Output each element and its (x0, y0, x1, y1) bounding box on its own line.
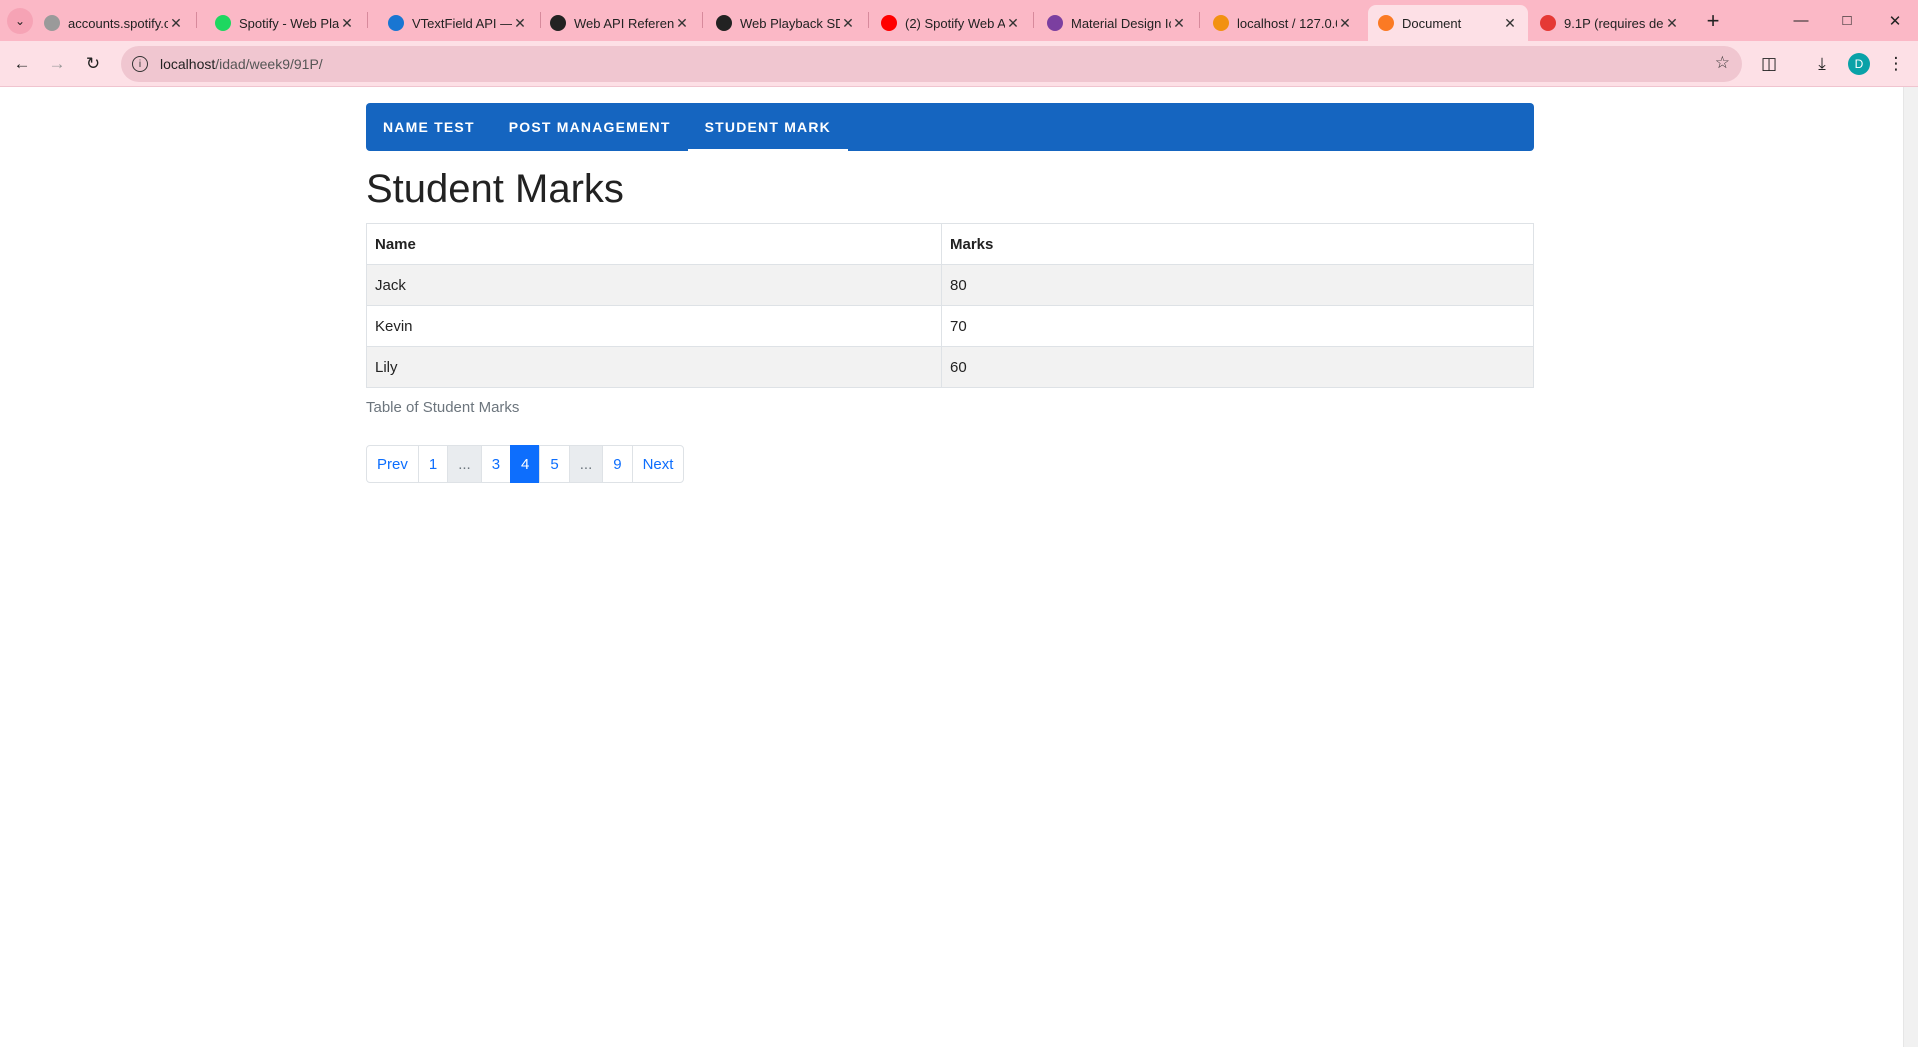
arrow-left-icon: ← (13, 54, 31, 73)
browser-tab[interactable]: Web Playback SD ✕ (706, 5, 866, 41)
new-tab-button[interactable]: + (1701, 8, 1725, 34)
browser-tab[interactable]: Document ✕ (1368, 5, 1528, 41)
close-tab-icon[interactable]: ✕ (512, 15, 528, 32)
cell-name: Jack (366, 264, 942, 306)
tab-separator (702, 12, 703, 28)
tab-favicon-icon (215, 15, 231, 31)
reload-button[interactable]: ↻ (79, 50, 107, 78)
close-tab-icon[interactable]: ✕ (1005, 15, 1021, 32)
tab-separator (367, 12, 368, 28)
address-bar[interactable]: i localhost/idad/week9/91P/ ☆ (121, 46, 1742, 82)
tab-title: Document (1402, 15, 1462, 31)
prev-page-button[interactable]: Prev (366, 445, 419, 483)
tab-favicon-icon (44, 15, 60, 31)
table-row: Lily 60 (366, 346, 1534, 388)
close-tab-icon[interactable]: ✕ (339, 15, 355, 32)
tab-separator (1033, 12, 1034, 28)
url-path: /idad/week9/91P/ (215, 56, 323, 72)
tab-title: Material Design Ic (1071, 15, 1171, 31)
page-link[interactable]: 5 (539, 445, 570, 483)
close-tab-icon[interactable]: ✕ (1664, 15, 1680, 32)
back-button[interactable]: ← (8, 50, 36, 78)
browser-tab[interactable]: VTextField API — ✕ (378, 5, 538, 41)
browser-tab[interactable]: Material Design Ic ✕ (1037, 5, 1197, 41)
tab-title: localhost / 127.0.0 (1237, 15, 1337, 31)
tab-title: Web API Referenc (574, 15, 674, 31)
tab-favicon-icon (388, 15, 404, 31)
arrow-right-icon: → (48, 54, 66, 73)
tab-favicon-icon (1047, 15, 1063, 31)
close-tab-icon[interactable]: ✕ (1337, 15, 1353, 32)
tab-favicon-icon (1378, 15, 1394, 31)
bookmark-star-icon[interactable]: ☆ (1715, 53, 1730, 73)
page-ellipsis: ... (568, 445, 604, 483)
minimize-button[interactable]: — (1778, 0, 1824, 41)
browser-tab[interactable]: localhost / 127.0.0 ✕ (1203, 5, 1363, 41)
tab-title: accounts.spotify.c (68, 15, 168, 31)
top-navbar: NAME TEST POST MANAGEMENT STUDENT MARK (366, 103, 1534, 151)
page-link[interactable]: 9 (602, 445, 633, 483)
cell-name: Lily (366, 346, 942, 388)
page-title: Student Marks (366, 167, 624, 211)
tab-favicon-icon (1213, 15, 1229, 31)
close-window-button[interactable]: ✕ (1872, 0, 1918, 41)
page-link[interactable]: 1 (417, 445, 449, 483)
close-tab-icon[interactable]: ✕ (840, 15, 856, 32)
site-info-icon[interactable]: i (132, 56, 148, 72)
close-tab-icon[interactable]: ✕ (674, 15, 690, 32)
tab-title: 9.1P (requires dec (1564, 15, 1664, 31)
url-text[interactable]: localhost/idad/week9/91P/ (160, 56, 323, 72)
table-caption: Table of Student Marks (366, 399, 520, 416)
tab-separator (196, 12, 197, 28)
tab-title: (2) Spotify Web A (905, 15, 1005, 31)
vertical-scrollbar[interactable] (1903, 87, 1918, 1047)
cell-marks: 60 (941, 346, 1534, 388)
page-link-active[interactable]: 4 (510, 445, 541, 483)
tab-title: VTextField API — (412, 15, 512, 31)
tab-favicon-icon (1540, 15, 1556, 31)
table-row: Jack 80 (366, 264, 1534, 306)
reload-icon: ↻ (85, 54, 101, 73)
nav-tab-name-test[interactable]: NAME TEST (366, 103, 492, 151)
tab-favicon-icon (716, 15, 732, 31)
table-header-row: Name Marks (366, 223, 1534, 265)
close-tab-icon[interactable]: ✕ (168, 15, 184, 32)
tab-title: Web Playback SD (740, 15, 840, 31)
close-tab-icon[interactable]: ✕ (1171, 15, 1187, 32)
browser-menu-icon[interactable]: ⋮ (1882, 50, 1910, 78)
table-row: Kevin 70 (366, 305, 1534, 347)
page-link[interactable]: 3 (480, 445, 512, 483)
browser-toolbar: ← → ↻ i localhost/idad/week9/91P/ ☆ ◫ ⤓ … (0, 41, 1918, 87)
browser-tab[interactable]: (2) Spotify Web A ✕ (871, 5, 1031, 41)
page-ellipsis: ... (447, 445, 482, 483)
url-host: localhost (160, 56, 216, 72)
chevron-down-icon: ⌄ (7, 7, 33, 34)
tab-separator (868, 12, 869, 28)
browser-tab[interactable]: accounts.spotify.c ✕ (34, 5, 194, 41)
next-page-button[interactable]: Next (631, 445, 685, 483)
browser-tab[interactable]: 9.1P (requires dec ✕ (1530, 5, 1690, 41)
pagination: Prev 1... 3 4 5... 9 Next (366, 445, 685, 483)
page-viewport: NAME TEST POST MANAGEMENT STUDENT MARK Stu… (0, 87, 1903, 1047)
maximize-button[interactable]: □ (1824, 0, 1870, 41)
header-marks: Marks (941, 223, 1534, 265)
browser-tab[interactable]: Spotify - Web Pla ✕ (205, 5, 365, 41)
tab-favicon-icon (550, 15, 566, 31)
forward-button[interactable]: → (43, 50, 71, 78)
tab-separator (1199, 12, 1200, 28)
browser-tab[interactable]: Web API Referenc ✕ (540, 5, 700, 41)
profile-avatar[interactable]: D (1848, 53, 1870, 75)
tab-title: Spotify - Web Pla (239, 15, 339, 31)
nav-tab-post-management[interactable]: POST MANAGEMENT (492, 103, 688, 151)
close-tab-icon[interactable]: ✕ (1502, 15, 1518, 32)
cell-marks: 80 (941, 264, 1534, 306)
cell-name: Kevin (366, 305, 942, 347)
cell-marks: 70 (941, 305, 1534, 347)
header-name: Name (366, 223, 942, 265)
nav-tab-student-mark[interactable]: STUDENT MARK (687, 103, 849, 151)
student-marks-table: Name Marks Jack 80 Kevin 70 Lily 60 (366, 223, 1534, 388)
tab-favicon-icon (881, 15, 897, 31)
download-icon[interactable]: ⤓ (1808, 50, 1836, 78)
extensions-icon[interactable]: ◫ (1755, 50, 1783, 78)
